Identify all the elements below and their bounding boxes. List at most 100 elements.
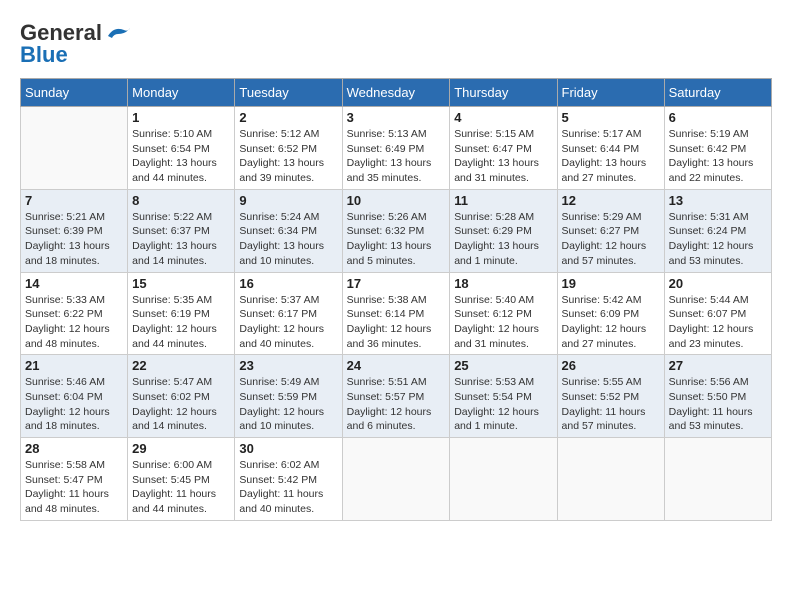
day-number: 19 xyxy=(562,276,660,291)
logo-bird-icon xyxy=(104,24,132,42)
day-info: Sunrise: 5:58 AM Sunset: 5:47 PM Dayligh… xyxy=(25,458,123,517)
calendar-week-row: 28 Sunrise: 5:58 AM Sunset: 5:47 PM Dayli… xyxy=(21,438,772,521)
calendar-day-9: 9 Sunrise: 5:24 AM Sunset: 6:34 PM Daylig… xyxy=(235,189,342,272)
day-number: 18 xyxy=(454,276,552,291)
calendar-day-12: 12 Sunrise: 5:29 AM Sunset: 6:27 PM Dayli… xyxy=(557,189,664,272)
day-info: Sunrise: 5:12 AM Sunset: 6:52 PM Dayligh… xyxy=(239,127,337,186)
calendar-day-20: 20 Sunrise: 5:44 AM Sunset: 6:07 PM Dayli… xyxy=(664,272,771,355)
calendar-day-24: 24 Sunrise: 5:51 AM Sunset: 5:57 PM Dayli… xyxy=(342,355,450,438)
logo: General Blue xyxy=(20,20,132,68)
calendar-day-21: 21 Sunrise: 5:46 AM Sunset: 6:04 PM Dayli… xyxy=(21,355,128,438)
day-info: Sunrise: 5:15 AM Sunset: 6:47 PM Dayligh… xyxy=(454,127,552,186)
day-number: 16 xyxy=(239,276,337,291)
day-number: 7 xyxy=(25,193,123,208)
calendar-day-7: 7 Sunrise: 5:21 AM Sunset: 6:39 PM Daylig… xyxy=(21,189,128,272)
day-info: Sunrise: 5:40 AM Sunset: 6:12 PM Dayligh… xyxy=(454,293,552,352)
day-number: 17 xyxy=(347,276,446,291)
weekday-header-saturday: Saturday xyxy=(664,79,771,107)
day-info: Sunrise: 5:56 AM Sunset: 5:50 PM Dayligh… xyxy=(669,375,767,434)
day-info: Sunrise: 6:02 AM Sunset: 5:42 PM Dayligh… xyxy=(239,458,337,517)
calendar-week-row: 21 Sunrise: 5:46 AM Sunset: 6:04 PM Dayli… xyxy=(21,355,772,438)
day-number: 14 xyxy=(25,276,123,291)
calendar-empty-cell xyxy=(450,438,557,521)
weekday-header-monday: Monday xyxy=(128,79,235,107)
calendar-day-16: 16 Sunrise: 5:37 AM Sunset: 6:17 PM Dayli… xyxy=(235,272,342,355)
day-info: Sunrise: 6:00 AM Sunset: 5:45 PM Dayligh… xyxy=(132,458,230,517)
calendar-table: SundayMondayTuesdayWednesdayThursdayFrid… xyxy=(20,78,772,521)
day-number: 6 xyxy=(669,110,767,125)
calendar-empty-cell xyxy=(342,438,450,521)
day-number: 3 xyxy=(347,110,446,125)
day-number: 5 xyxy=(562,110,660,125)
calendar-day-17: 17 Sunrise: 5:38 AM Sunset: 6:14 PM Dayli… xyxy=(342,272,450,355)
day-info: Sunrise: 5:19 AM Sunset: 6:42 PM Dayligh… xyxy=(669,127,767,186)
day-info: Sunrise: 5:22 AM Sunset: 6:37 PM Dayligh… xyxy=(132,210,230,269)
day-number: 27 xyxy=(669,358,767,373)
day-number: 8 xyxy=(132,193,230,208)
day-number: 25 xyxy=(454,358,552,373)
day-info: Sunrise: 5:13 AM Sunset: 6:49 PM Dayligh… xyxy=(347,127,446,186)
day-number: 15 xyxy=(132,276,230,291)
day-info: Sunrise: 5:44 AM Sunset: 6:07 PM Dayligh… xyxy=(669,293,767,352)
calendar-day-30: 30 Sunrise: 6:02 AM Sunset: 5:42 PM Dayli… xyxy=(235,438,342,521)
day-info: Sunrise: 5:38 AM Sunset: 6:14 PM Dayligh… xyxy=(347,293,446,352)
day-info: Sunrise: 5:51 AM Sunset: 5:57 PM Dayligh… xyxy=(347,375,446,434)
day-info: Sunrise: 5:10 AM Sunset: 6:54 PM Dayligh… xyxy=(132,127,230,186)
day-info: Sunrise: 5:42 AM Sunset: 6:09 PM Dayligh… xyxy=(562,293,660,352)
calendar-day-15: 15 Sunrise: 5:35 AM Sunset: 6:19 PM Dayli… xyxy=(128,272,235,355)
calendar-day-25: 25Sunrise: 5:53 AM Sunset: 5:54 PM Dayli… xyxy=(450,355,557,438)
calendar-week-row: 7 Sunrise: 5:21 AM Sunset: 6:39 PM Daylig… xyxy=(21,189,772,272)
day-info: Sunrise: 5:47 AM Sunset: 6:02 PM Dayligh… xyxy=(132,375,230,434)
day-number: 30 xyxy=(239,441,337,456)
calendar-day-4: 4 Sunrise: 5:15 AM Sunset: 6:47 PM Daylig… xyxy=(450,107,557,190)
calendar-day-5: 5 Sunrise: 5:17 AM Sunset: 6:44 PM Daylig… xyxy=(557,107,664,190)
calendar-day-6: 6 Sunrise: 5:19 AM Sunset: 6:42 PM Daylig… xyxy=(664,107,771,190)
day-number: 24 xyxy=(347,358,446,373)
calendar-day-3: 3 Sunrise: 5:13 AM Sunset: 6:49 PM Daylig… xyxy=(342,107,450,190)
day-number: 22 xyxy=(132,358,230,373)
day-info: Sunrise: 5:21 AM Sunset: 6:39 PM Dayligh… xyxy=(25,210,123,269)
calendar-day-18: 18 Sunrise: 5:40 AM Sunset: 6:12 PM Dayli… xyxy=(450,272,557,355)
day-info: Sunrise: 5:17 AM Sunset: 6:44 PM Dayligh… xyxy=(562,127,660,186)
calendar-day-13: 13Sunrise: 5:31 AM Sunset: 6:24 PM Dayli… xyxy=(664,189,771,272)
day-number: 20 xyxy=(669,276,767,291)
calendar-empty-cell xyxy=(664,438,771,521)
calendar-week-row: 14Sunrise: 5:33 AM Sunset: 6:22 PM Dayli… xyxy=(21,272,772,355)
calendar-day-19: 19 Sunrise: 5:42 AM Sunset: 6:09 PM Dayli… xyxy=(557,272,664,355)
day-number: 28 xyxy=(25,441,123,456)
day-number: 11 xyxy=(454,193,552,208)
calendar-week-row: 1 Sunrise: 5:10 AM Sunset: 6:54 PM Daylig… xyxy=(21,107,772,190)
weekday-header-friday: Friday xyxy=(557,79,664,107)
calendar-day-22: 22 Sunrise: 5:47 AM Sunset: 6:02 PM Dayli… xyxy=(128,355,235,438)
calendar-empty-cell xyxy=(557,438,664,521)
day-number: 1 xyxy=(132,110,230,125)
weekday-header-sunday: Sunday xyxy=(21,79,128,107)
calendar-day-28: 28 Sunrise: 5:58 AM Sunset: 5:47 PM Dayli… xyxy=(21,438,128,521)
calendar-day-29: 29 Sunrise: 6:00 AM Sunset: 5:45 PM Dayli… xyxy=(128,438,235,521)
day-number: 12 xyxy=(562,193,660,208)
calendar-day-14: 14Sunrise: 5:33 AM Sunset: 6:22 PM Dayli… xyxy=(21,272,128,355)
day-number: 4 xyxy=(454,110,552,125)
calendar-day-8: 8 Sunrise: 5:22 AM Sunset: 6:37 PM Daylig… xyxy=(128,189,235,272)
day-info: Sunrise: 5:37 AM Sunset: 6:17 PM Dayligh… xyxy=(239,293,337,352)
day-info: Sunrise: 5:29 AM Sunset: 6:27 PM Dayligh… xyxy=(562,210,660,269)
day-number: 29 xyxy=(132,441,230,456)
header: General Blue xyxy=(20,20,772,68)
day-info: Sunrise: 5:35 AM Sunset: 6:19 PM Dayligh… xyxy=(132,293,230,352)
weekday-header-tuesday: Tuesday xyxy=(235,79,342,107)
day-info: Sunrise: 5:55 AM Sunset: 5:52 PM Dayligh… xyxy=(562,375,660,434)
weekday-header-thursday: Thursday xyxy=(450,79,557,107)
calendar-day-10: 10Sunrise: 5:26 AM Sunset: 6:32 PM Dayli… xyxy=(342,189,450,272)
day-info: Sunrise: 5:49 AM Sunset: 5:59 PM Dayligh… xyxy=(239,375,337,434)
calendar-day-23: 23 Sunrise: 5:49 AM Sunset: 5:59 PM Dayli… xyxy=(235,355,342,438)
calendar-day-27: 27 Sunrise: 5:56 AM Sunset: 5:50 PM Dayli… xyxy=(664,355,771,438)
day-info: Sunrise: 5:28 AM Sunset: 6:29 PM Dayligh… xyxy=(454,210,552,269)
day-number: 21 xyxy=(25,358,123,373)
day-info: Sunrise: 5:24 AM Sunset: 6:34 PM Dayligh… xyxy=(239,210,337,269)
day-number: 10 xyxy=(347,193,446,208)
day-number: 2 xyxy=(239,110,337,125)
day-info: Sunrise: 5:46 AM Sunset: 6:04 PM Dayligh… xyxy=(25,375,123,434)
day-info: Sunrise: 5:31 AM Sunset: 6:24 PM Dayligh… xyxy=(669,210,767,269)
day-number: 9 xyxy=(239,193,337,208)
day-number: 23 xyxy=(239,358,337,373)
